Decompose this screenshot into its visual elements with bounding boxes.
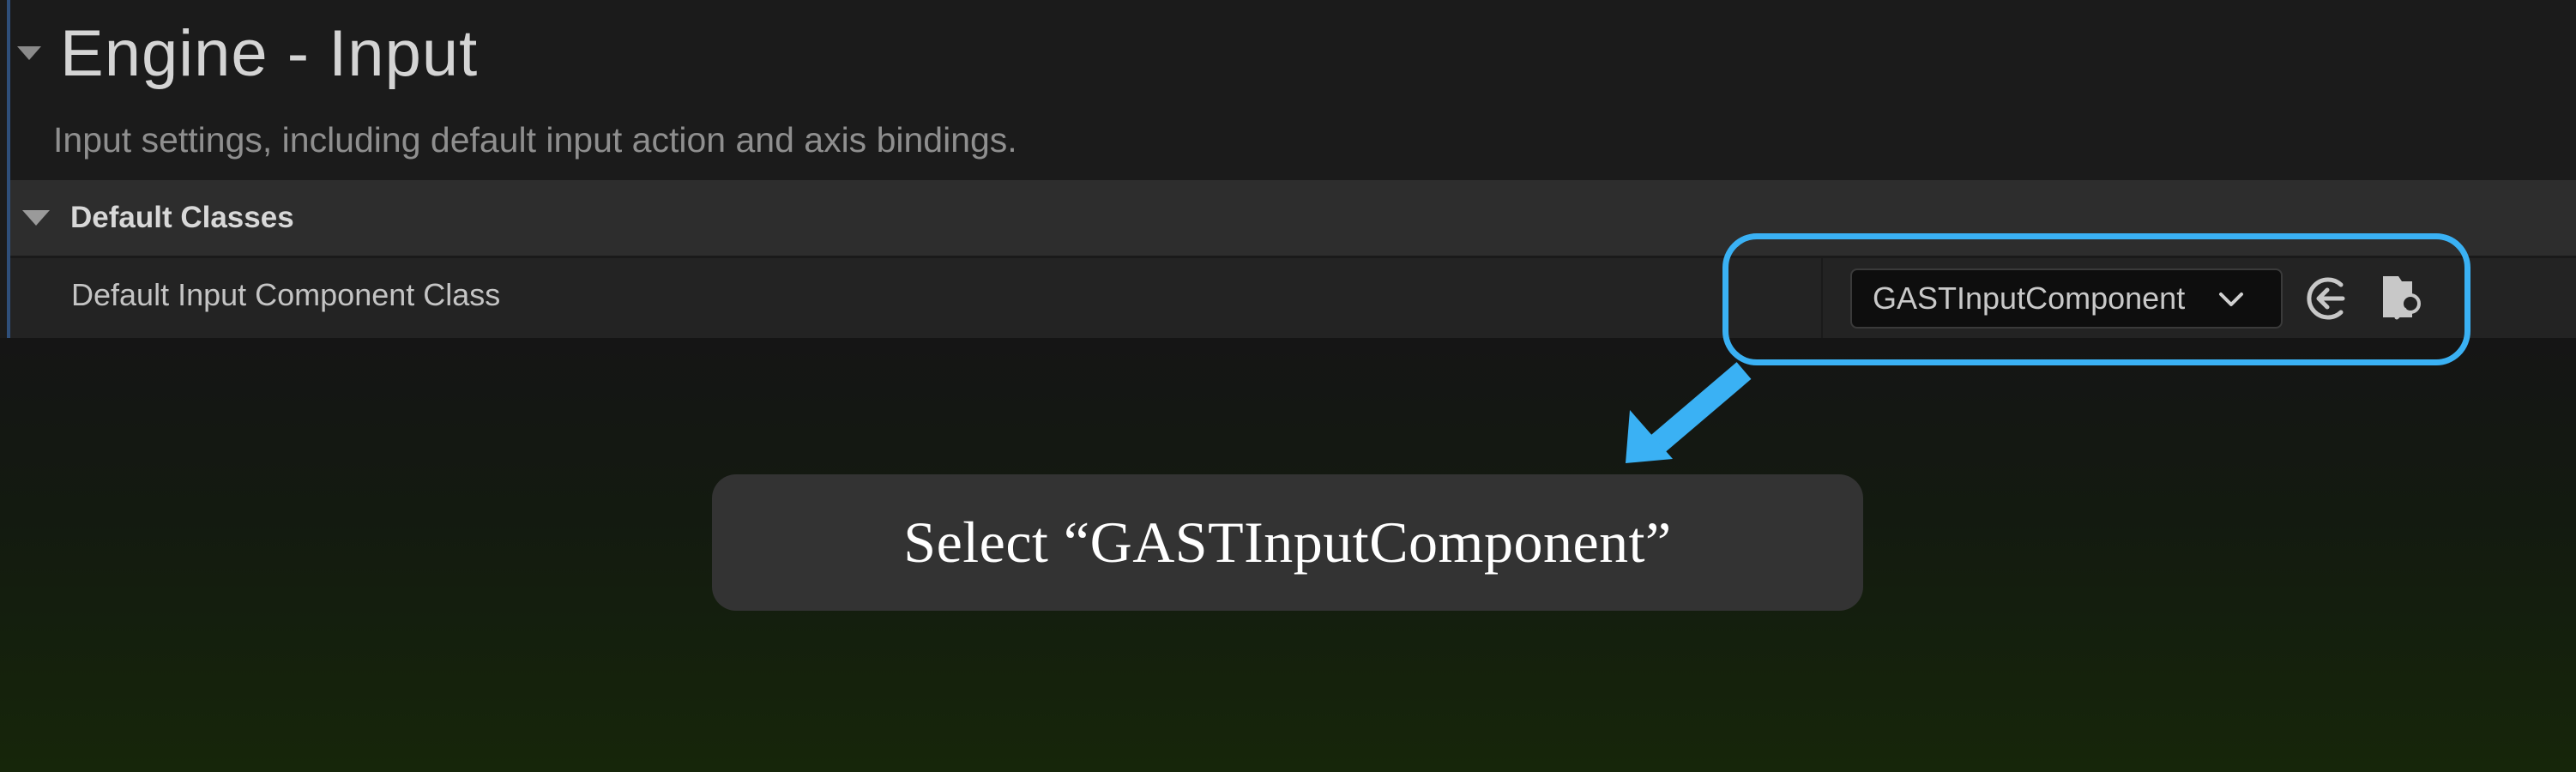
callout-text: Select “GASTInputComponent” xyxy=(903,510,1672,575)
instruction-callout: Select “GASTInputComponent” xyxy=(712,474,1863,611)
pointer-arrow xyxy=(1626,362,1752,463)
